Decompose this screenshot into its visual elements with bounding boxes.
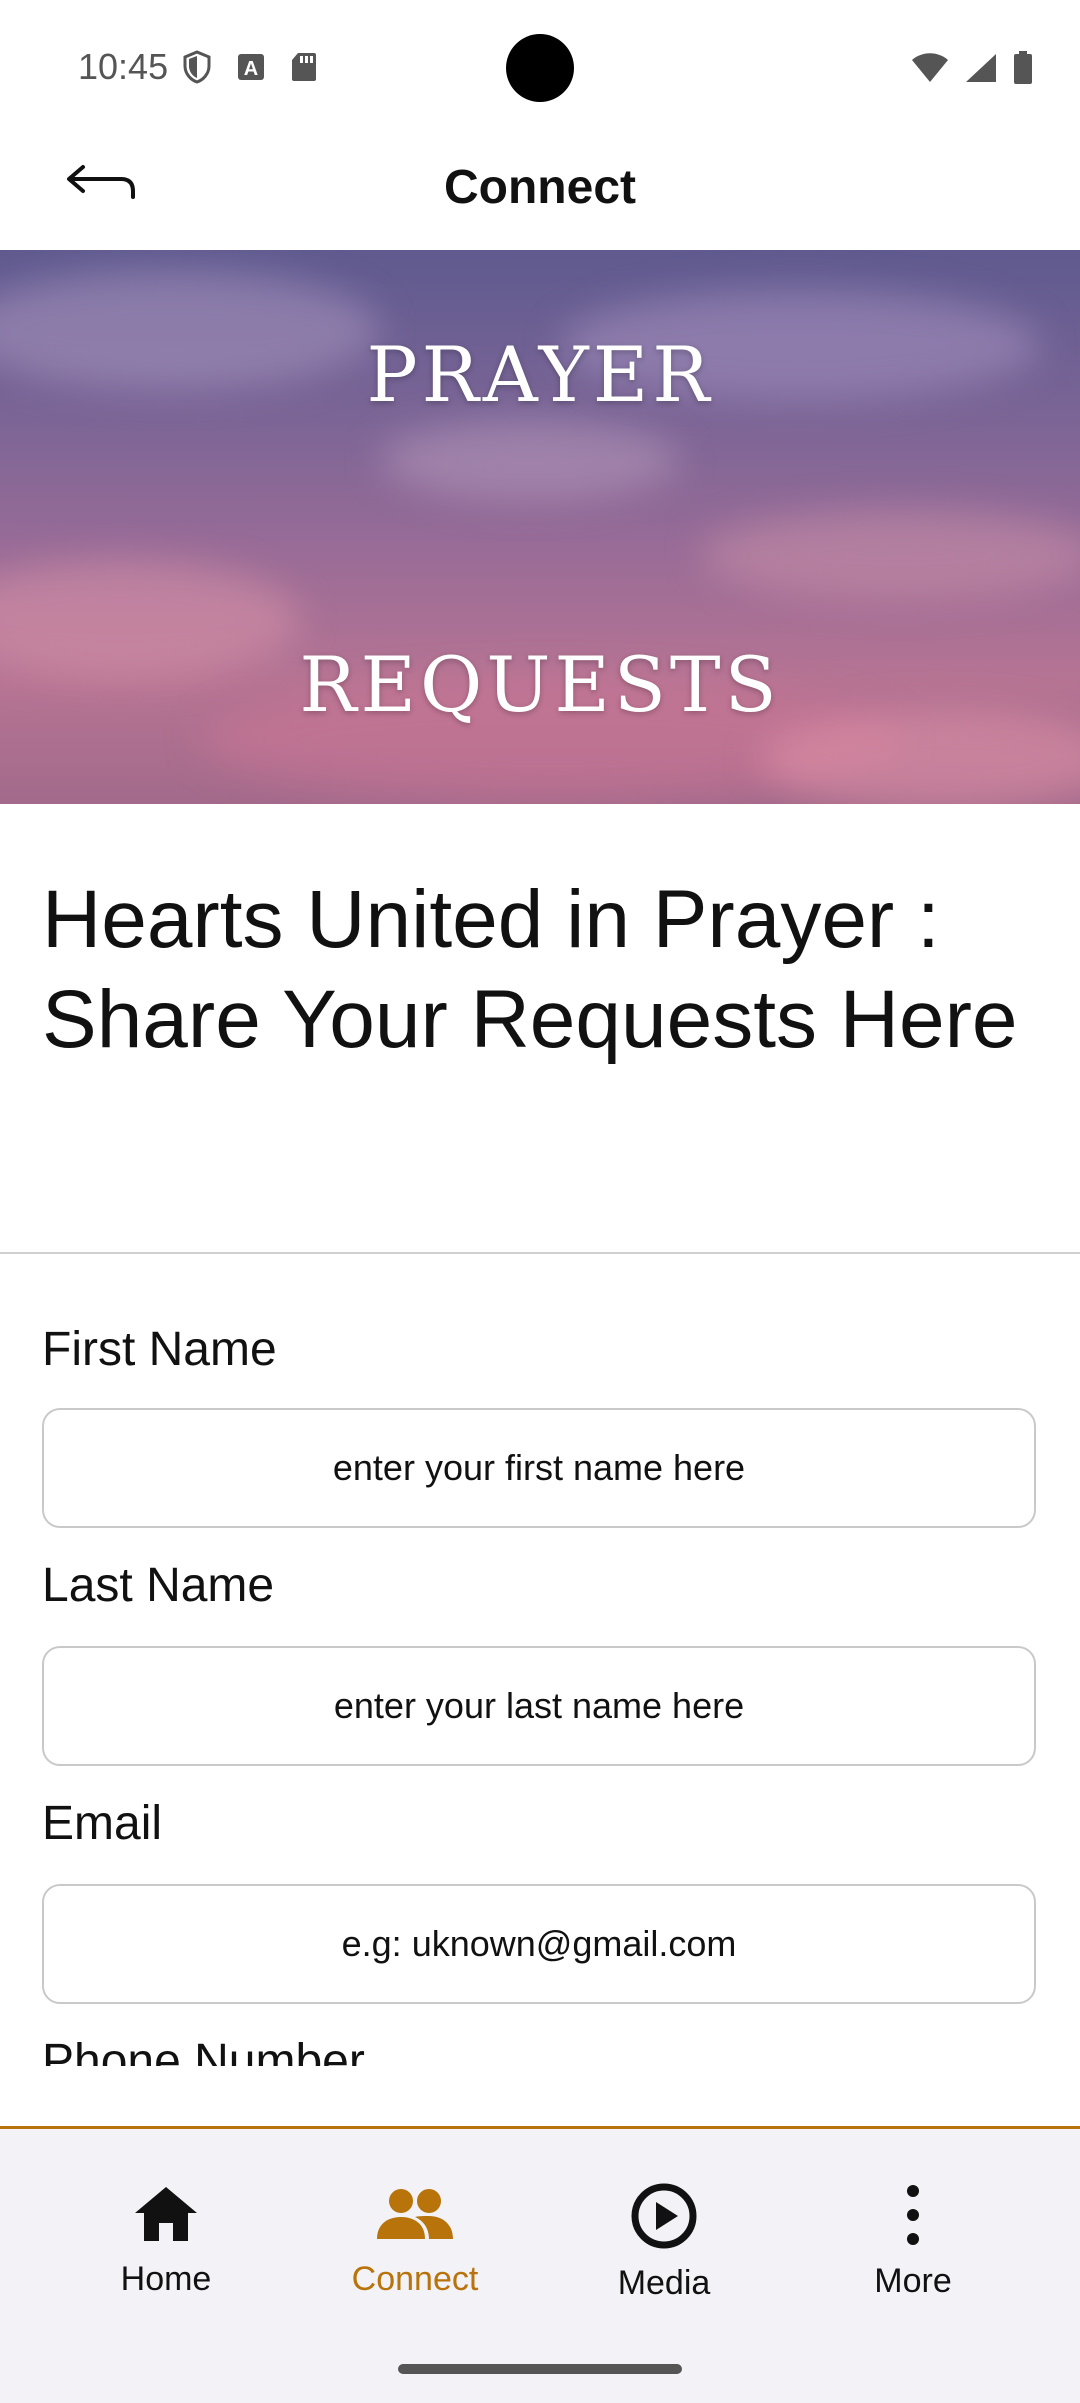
- email-input[interactable]: [44, 1922, 1034, 1966]
- phone-label-clip: Phone Number: [0, 2030, 1080, 2066]
- nav-label-connect: Connect: [351, 2260, 479, 2298]
- status-time: 10:45: [78, 46, 169, 87]
- home-icon: [131, 2183, 201, 2250]
- nav-item-home[interactable]: Home: [66, 2183, 266, 2299]
- first-name-field-container: [42, 1408, 1036, 1528]
- email-field-container: [42, 1884, 1036, 2004]
- nav-item-more[interactable]: More: [813, 2183, 1013, 2301]
- nav-label-home: Home: [120, 2260, 212, 2298]
- status-icons-right: [910, 50, 1034, 91]
- people-icon: [375, 2183, 455, 2250]
- first-name-label: First Name: [42, 1323, 277, 1376]
- nav-item-media[interactable]: Media: [564, 2183, 764, 2303]
- phone-number-label: Phone Number: [42, 2035, 365, 2066]
- signal-icon: [964, 52, 998, 89]
- last-name-field-container: [42, 1646, 1036, 1766]
- nav-label-more: More: [874, 2262, 952, 2300]
- svg-text:A: A: [244, 58, 258, 80]
- home-indicator: [398, 2364, 682, 2374]
- app-bar: Connect: [0, 130, 1080, 250]
- bottom-navigation: Home Connect Media More: [0, 2126, 1080, 2403]
- nav-item-connect[interactable]: Connect: [315, 2183, 515, 2299]
- nav-label-media: Media: [617, 2264, 711, 2302]
- page-title: Connect: [444, 161, 636, 214]
- section-heading: Hearts United in Prayer : Share Your Req…: [42, 874, 1018, 1065]
- camera-cutout: [506, 34, 574, 102]
- last-name-input[interactable]: [44, 1684, 1034, 1728]
- hero-title-line2: REQUESTS: [299, 640, 781, 729]
- play-circle-icon: [629, 2183, 699, 2254]
- status-bar: 10:45 A: [0, 0, 1080, 130]
- shield-icon: [182, 50, 212, 89]
- wifi-icon: [910, 52, 950, 89]
- status-icons-left: A: [182, 50, 318, 89]
- battery-icon: [1012, 50, 1034, 91]
- hero-banner: PRAYER REQUESTS: [0, 250, 1080, 804]
- sd-card-icon: [290, 51, 318, 88]
- first-name-input[interactable]: [44, 1446, 1034, 1490]
- last-name-label: Last Name: [42, 1559, 275, 1612]
- email-label: Email: [42, 1797, 163, 1850]
- hero-title-line1: PRAYER: [366, 330, 714, 419]
- accessibility-a-icon: A: [236, 52, 266, 87]
- divider: [0, 1252, 1080, 1254]
- more-vertical-icon: [898, 2183, 928, 2252]
